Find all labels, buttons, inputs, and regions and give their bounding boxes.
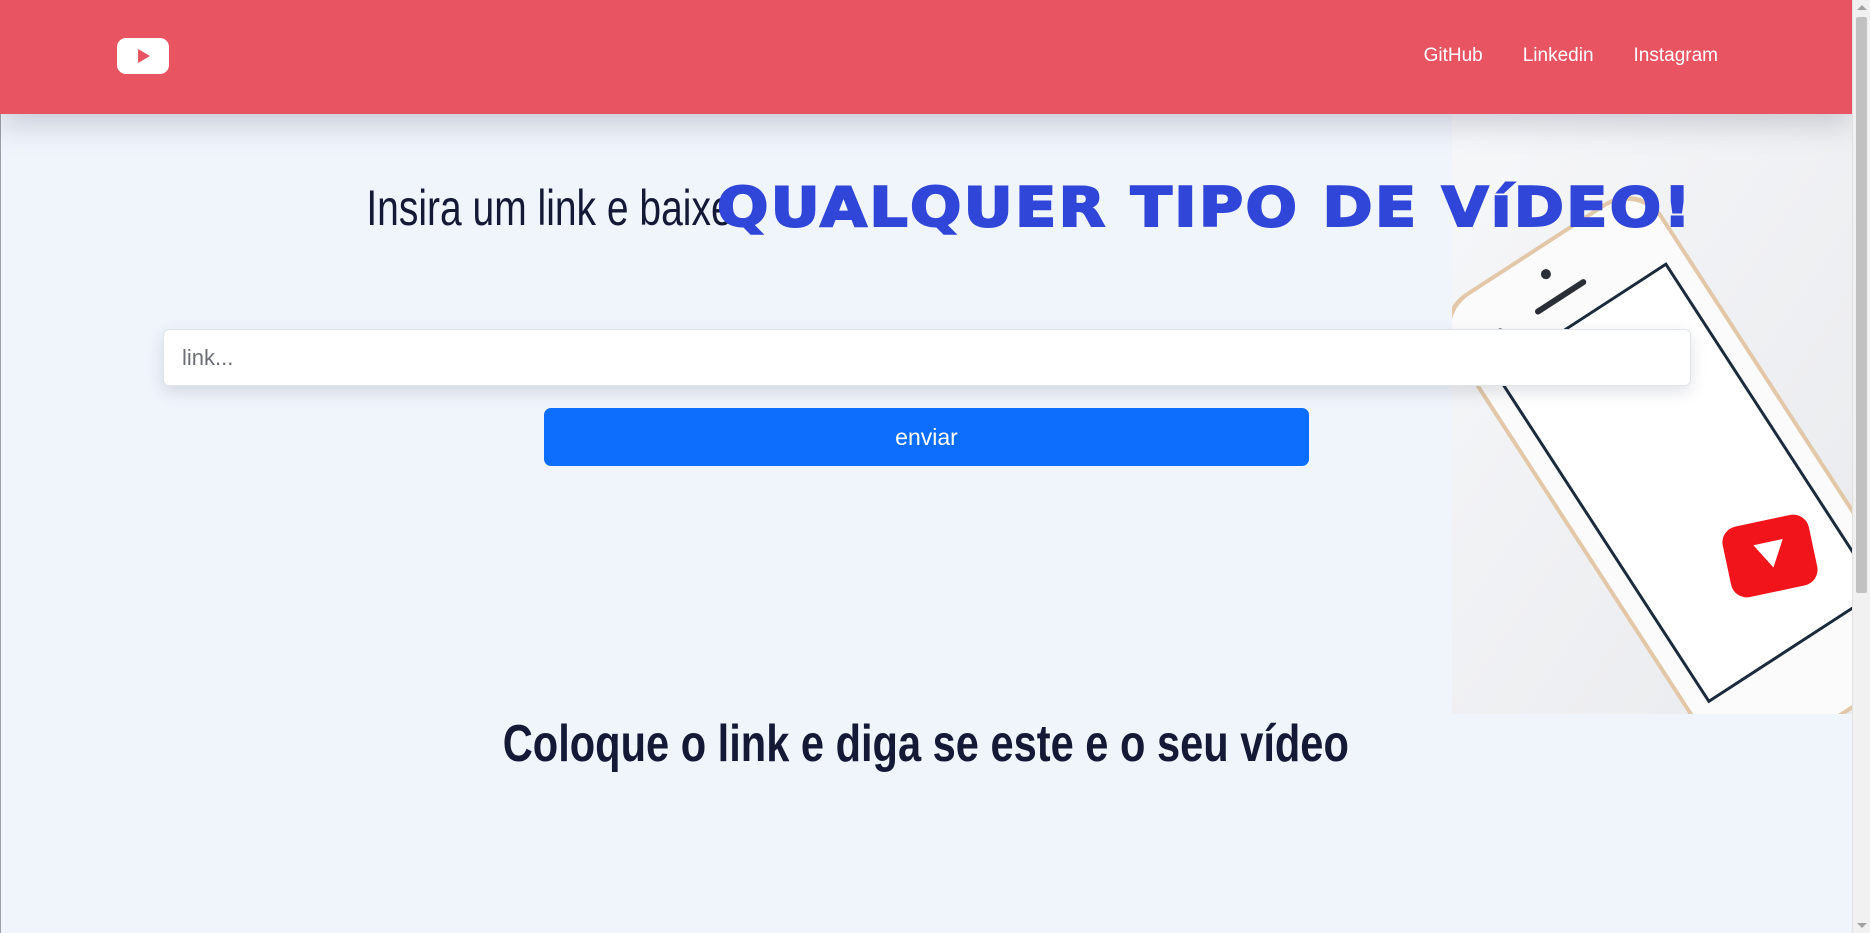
hero-headline: Insira um link e baixe QUALQUER TIPO DE … xyxy=(0,175,1852,240)
vertical-scrollbar[interactable] xyxy=(1852,0,1870,933)
scroll-thumb[interactable] xyxy=(1856,17,1867,593)
top-navbar: GitHub Linkedin Instagram xyxy=(0,0,1852,114)
nav-link-github[interactable]: GitHub xyxy=(1424,44,1483,68)
nav-link-linkedin[interactable]: Linkedin xyxy=(1523,44,1594,68)
section-heading-text: Coloque o link e diga se este e o seu ví… xyxy=(502,715,1350,773)
headline-lead: Insira um link e baixe xyxy=(366,179,733,236)
scroll-up-icon[interactable] xyxy=(1857,5,1867,10)
link-input[interactable] xyxy=(163,329,1691,386)
scroll-down-icon[interactable] xyxy=(1857,923,1867,928)
nav-links: GitHub Linkedin Instagram xyxy=(1424,44,1718,68)
left-border xyxy=(0,114,1,933)
section-heading: Coloque o link e diga se este e o seu ví… xyxy=(0,714,1852,774)
youtube-logo-icon[interactable] xyxy=(117,38,169,74)
headline-accent: QUALQUER TIPO DE VíDEO! xyxy=(716,175,1694,240)
nav-link-instagram[interactable]: Instagram xyxy=(1634,44,1718,68)
page: GitHub Linkedin Instagram Insira um link… xyxy=(0,0,1870,933)
send-button[interactable]: enviar xyxy=(544,408,1309,466)
play-icon xyxy=(138,49,150,63)
